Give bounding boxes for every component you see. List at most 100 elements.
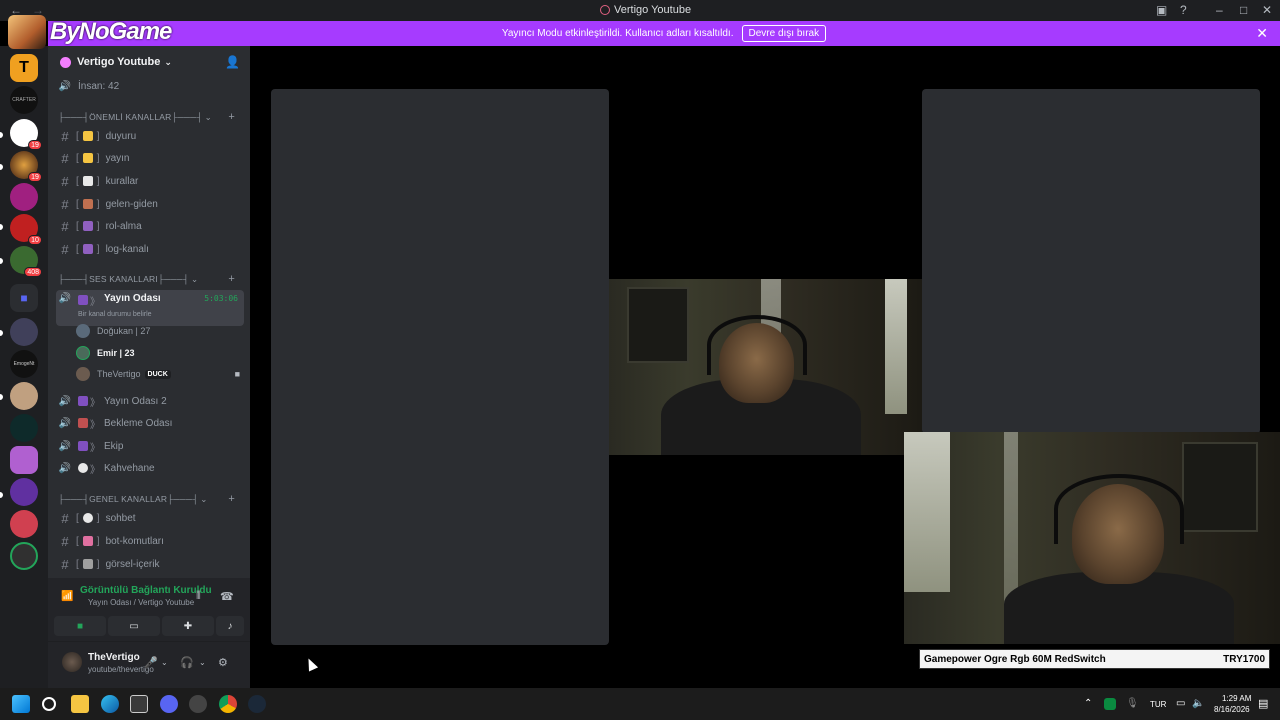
user-avatar[interactable] bbox=[62, 652, 82, 672]
channel-gorsel-icerik[interactable]: #[] görsel-içerik bbox=[56, 554, 244, 574]
chevron-down-icon[interactable]: ⌄ bbox=[161, 658, 168, 667]
voice-channel-yayin-odasi-2[interactable]: 🔊 》 Yayın Odası 2 bbox=[56, 391, 244, 411]
channel-label: bot-komutları bbox=[105, 535, 164, 547]
edge-icon[interactable] bbox=[101, 695, 119, 713]
windows-start-icon[interactable] bbox=[12, 695, 30, 713]
stream-ticker: Gamepower Ogre Rgb 60M RedSwitch TRY1700 bbox=[919, 649, 1270, 669]
headphones-icon[interactable]: 🎧 bbox=[180, 656, 194, 669]
channel-log-kanali[interactable]: #[] log-kanalı bbox=[56, 239, 244, 259]
add-channel-icon[interactable]: + bbox=[228, 111, 235, 123]
voice-channel-insan[interactable]: 🔊 İnsan: 42 bbox=[56, 76, 244, 96]
user-name[interactable]: TheVertigo bbox=[88, 652, 140, 663]
server-icon-fire[interactable]: 19 bbox=[10, 151, 42, 182]
gear-icon[interactable]: ⚙ bbox=[218, 656, 228, 669]
video-tile-webcam-center[interactable] bbox=[609, 279, 922, 455]
screen-share-button[interactable]: ▭ bbox=[108, 616, 160, 636]
voice-user-thevertigo[interactable]: TheVertigo DUCK ■ bbox=[76, 364, 244, 384]
server-icon-dark[interactable] bbox=[10, 318, 38, 346]
server-icon-t[interactable]: T bbox=[10, 54, 38, 82]
server-icon-white[interactable]: 19 bbox=[10, 119, 42, 150]
server-icon-rose[interactable] bbox=[10, 510, 38, 538]
folder-icon[interactable]: ■ bbox=[10, 284, 38, 312]
server-icon-pink[interactable] bbox=[10, 183, 38, 211]
noise-suppression-icon[interactable]: ⦀ bbox=[196, 590, 201, 603]
voice-channel-ekip[interactable]: 🔊 》 Ekip bbox=[56, 436, 244, 456]
microphone-icon[interactable]: 🎤 bbox=[144, 656, 158, 669]
activities-icon: ✚ bbox=[183, 620, 193, 632]
defender-icon[interactable] bbox=[1104, 698, 1116, 710]
notification-icon[interactable]: ▤ bbox=[1258, 697, 1268, 710]
minimize-icon[interactable]: – bbox=[1216, 3, 1223, 17]
channel-status-hint[interactable]: Bir kanal durumu belirle bbox=[78, 311, 152, 318]
video-tile-empty-left[interactable] bbox=[271, 89, 609, 645]
signal-icon[interactable]: 📶 bbox=[61, 591, 73, 602]
inbox-icon[interactable]: ▣ bbox=[1156, 3, 1167, 17]
discord-icon[interactable] bbox=[160, 695, 178, 713]
server-icon-anime[interactable] bbox=[10, 382, 38, 410]
video-tile-webcam-corner[interactable] bbox=[904, 432, 1280, 644]
banner-close-icon[interactable]: ✕ bbox=[1256, 25, 1268, 42]
camera-button[interactable]: ■ bbox=[54, 616, 106, 636]
network-icon[interactable]: ▭ bbox=[1176, 698, 1185, 709]
server-icon-red[interactable]: 10 bbox=[10, 214, 42, 245]
chevron-up-icon[interactable]: ⌃ bbox=[1084, 698, 1092, 709]
store-icon[interactable] bbox=[130, 695, 148, 713]
camera-icon: ■ bbox=[234, 369, 240, 379]
server-icon-purple[interactable] bbox=[10, 446, 38, 474]
server-boost-icon bbox=[60, 56, 71, 68]
disconnect-icon[interactable]: ☎ bbox=[220, 590, 234, 603]
avatar bbox=[76, 367, 90, 381]
invader-icon bbox=[78, 396, 88, 406]
maximize-icon[interactable]: □ bbox=[1240, 3, 1247, 17]
volume-icon[interactable]: 🔈 bbox=[1192, 698, 1204, 709]
add-channel-icon[interactable]: + bbox=[228, 493, 235, 505]
steam-icon[interactable] bbox=[248, 695, 266, 713]
app-icon[interactable] bbox=[189, 695, 207, 713]
chrome-icon[interactable] bbox=[219, 695, 237, 713]
channel-label: görsel-içerik bbox=[105, 558, 160, 570]
voice-user-emir[interactable]: Emir | 23 bbox=[76, 343, 135, 363]
ghost-icon bbox=[82, 536, 93, 546]
file-explorer-icon[interactable] bbox=[71, 695, 89, 713]
voice-channel-bekleme-odasi[interactable]: 🔊 》 Bekleme Odası bbox=[56, 413, 244, 433]
speaker-icon: 🔊 bbox=[58, 293, 72, 304]
add-channel-icon[interactable]: + bbox=[228, 273, 235, 285]
search-icon[interactable] bbox=[42, 697, 56, 711]
chevron-down-icon[interactable]: ⌄ bbox=[199, 658, 206, 667]
clock-date[interactable]: 8/16/2026 bbox=[1214, 705, 1250, 714]
mic-tray-icon[interactable]: 🎙 bbox=[1126, 698, 1139, 709]
voice-channel-kahvehane[interactable]: 🔊 》 Kahvehane bbox=[56, 458, 244, 478]
voice-status[interactable]: Görüntülü Bağlantı Kuruldu bbox=[80, 585, 212, 596]
channel-duyuru[interactable]: #[] duyuru bbox=[56, 126, 244, 146]
activities-button[interactable]: ✚ bbox=[162, 616, 214, 636]
video-tile-empty-right[interactable] bbox=[922, 89, 1260, 434]
language-indicator[interactable]: TUR bbox=[1150, 700, 1166, 709]
server-icon-green[interactable]: 408 bbox=[10, 246, 42, 277]
soundboard-button[interactable]: ♪ bbox=[216, 616, 244, 636]
category-label: ├───┤ÖNEMLİ KANALLAR├───┤ bbox=[58, 112, 203, 122]
help-icon[interactable]: ? bbox=[1180, 3, 1187, 17]
category-voice[interactable]: ├───┤SES KANALLARI├───┤ ⌄ + bbox=[58, 272, 243, 286]
clock-time[interactable]: 1:29 AM bbox=[1222, 694, 1251, 703]
server-icon-violet[interactable] bbox=[10, 478, 38, 506]
close-window-icon[interactable]: ✕ bbox=[1262, 3, 1272, 17]
voice-user-dogukan[interactable]: Doğukan | 27 bbox=[76, 321, 150, 341]
channel-sohbet[interactable]: #[] sohbet bbox=[56, 508, 244, 528]
channel-yayin[interactable]: #[] yayın bbox=[56, 148, 244, 168]
server-header[interactable]: Vertigo Youtube ⌄ 👤 bbox=[48, 46, 250, 78]
server-icon-crafter[interactable]: CRAFTER bbox=[10, 86, 38, 114]
server-icon-teal[interactable] bbox=[10, 414, 38, 442]
notification-badge: 19 bbox=[28, 140, 42, 150]
voice-location[interactable]: Yayın Odası / Vertigo Youtube bbox=[88, 598, 194, 607]
server-icon-text[interactable]: EmogeNt bbox=[10, 350, 38, 378]
channel-label: duyuru bbox=[105, 130, 137, 142]
disable-streamer-mode-button[interactable]: Devre dışı bırak bbox=[741, 25, 827, 42]
category-important[interactable]: ├───┤ÖNEMLİ KANALLAR├───┤ ⌄ + bbox=[58, 110, 243, 124]
channel-gelen-giden[interactable]: #[] gelen-giden bbox=[56, 194, 244, 214]
invite-people-icon[interactable]: 👤 bbox=[225, 55, 240, 69]
channel-kurallar[interactable]: #[] kurallar bbox=[56, 171, 244, 191]
channel-rol-alma[interactable]: #[] rol-alma bbox=[56, 216, 244, 236]
server-icon-live[interactable] bbox=[10, 542, 38, 570]
channel-bot-komutlari[interactable]: #[] bot-komutları bbox=[56, 531, 244, 551]
category-general[interactable]: ├───┤GENEL KANALLAR├───┤ ⌄ + bbox=[58, 492, 243, 506]
